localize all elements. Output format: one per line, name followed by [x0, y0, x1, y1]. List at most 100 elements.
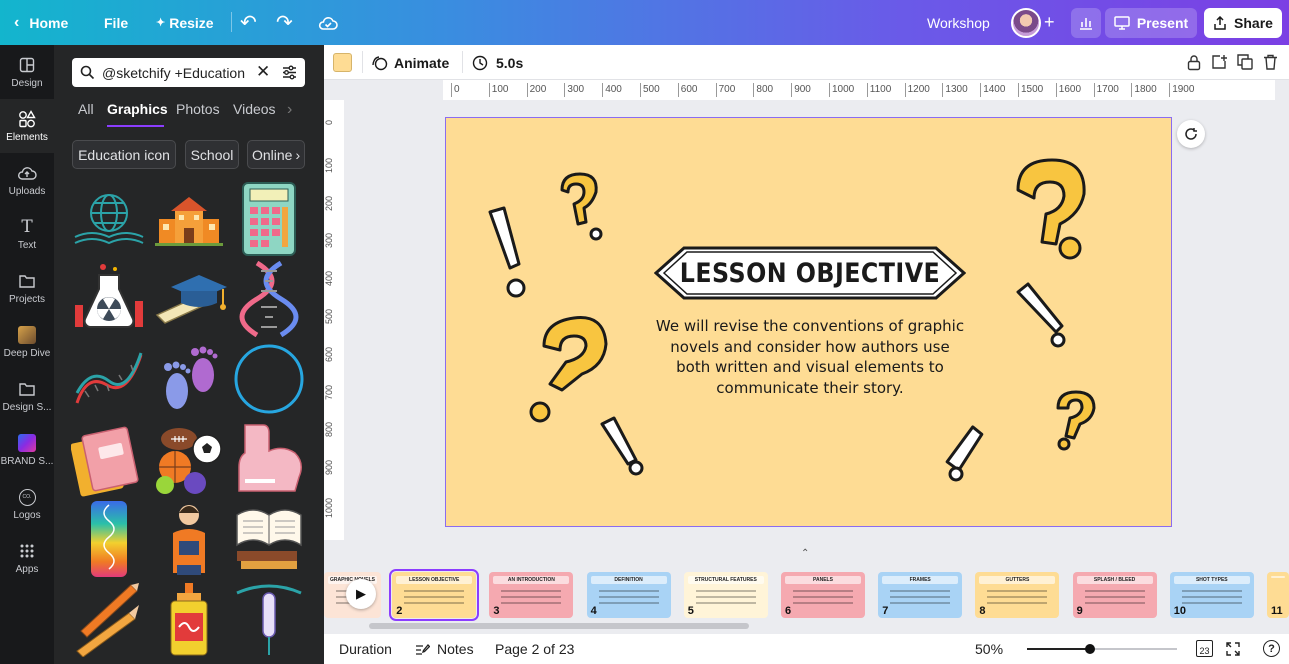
rail-item-brand-s[interactable]: BRAND S...: [0, 423, 54, 477]
notebooks-graphic[interactable]: [71, 421, 147, 497]
slide-canvas[interactable]: LESSON OBJECTIVE We will revise the conv…: [445, 117, 1172, 527]
avatar[interactable]: [1011, 8, 1041, 38]
open-books-graphic[interactable]: [231, 501, 307, 577]
zoom-slider-thumb[interactable]: [1085, 644, 1095, 654]
thumbnail-text-line: [404, 596, 465, 598]
calculator-graphic[interactable]: [231, 181, 307, 257]
page-thumbnail[interactable]: LESSON OBJECTIVE 2: [389, 569, 480, 621]
clock-icon: [472, 55, 488, 70]
filter-sliders-icon[interactable]: [282, 65, 297, 80]
pencils-graphic[interactable]: [71, 581, 147, 657]
dna-helix-graphic[interactable]: [231, 261, 307, 337]
design-title[interactable]: Workshop: [927, 0, 990, 45]
slide-title[interactable]: LESSON OBJECTIVE: [673, 253, 948, 293]
add-page-icon[interactable]: [1211, 54, 1227, 70]
ruler-tick-label: 500: [324, 309, 334, 325]
ruler-tick-label: 0: [451, 83, 460, 97]
page-thumbnail[interactable]: FRAMES 7: [878, 572, 963, 618]
clear-search-icon[interactable]: ✕: [256, 62, 270, 82]
filter-chip[interactable]: School: [185, 140, 239, 169]
tab-graphics[interactable]: Graphics: [107, 101, 168, 117]
page-thumbnail[interactable]: 11: [1267, 572, 1289, 618]
page-thumbnail[interactable]: SPLASH / BLEED 9: [1072, 572, 1157, 618]
resize-button[interactable]: ✦ Resize: [156, 0, 214, 45]
filter-chip[interactable]: Online ›: [247, 140, 305, 169]
lock-icon[interactable]: [1187, 54, 1201, 71]
diploma-graduation-cap-graphic[interactable]: [151, 261, 227, 337]
background-color-swatch[interactable]: [333, 53, 352, 72]
rail-item-uploads[interactable]: Uploads: [0, 153, 54, 207]
page-thumbnail[interactable]: GUTTERS 8: [975, 572, 1060, 618]
duration-label: 5.0s: [496, 54, 524, 71]
glue-bottle-graphic[interactable]: [151, 581, 227, 657]
thumbnail-page-number: 3: [493, 605, 500, 617]
chemistry-radiation-graphic[interactable]: [71, 261, 147, 337]
flexed-arm-graphic[interactable]: [231, 421, 307, 497]
duplicate-page-icon[interactable]: [1237, 54, 1253, 70]
teacher-with-book-graphic[interactable]: [151, 501, 227, 577]
rail-item-apps[interactable]: Apps: [0, 531, 54, 585]
rail-item-design[interactable]: Design: [0, 45, 54, 99]
thumbnail-text-line: [695, 590, 756, 592]
undo-icon[interactable]: ↶: [240, 0, 257, 45]
school-building-graphic[interactable]: [151, 181, 227, 257]
delete-page-icon[interactable]: [1263, 54, 1278, 70]
analytics-button[interactable]: [1071, 8, 1101, 38]
notes-button[interactable]: Notes: [415, 641, 474, 657]
rail-item-deep-dive[interactable]: Deep Dive: [0, 315, 54, 369]
rail-item-projects[interactable]: Projects: [0, 261, 54, 315]
chevron-right-icon: ›: [295, 146, 301, 163]
fullscreen-icon[interactable]: [1226, 642, 1240, 656]
filmstrip-scrollbar[interactable]: [369, 623, 749, 629]
timing-button[interactable]: 5.0s: [472, 45, 523, 80]
animate-button[interactable]: Animate: [372, 45, 449, 80]
tab-photos[interactable]: Photos: [176, 101, 220, 117]
slide-body-text[interactable]: We will revise the conventions of graphi…: [626, 316, 994, 398]
page-thumbnail[interactable]: DEFINITION 4: [586, 572, 671, 618]
filter-chip[interactable]: Education icon: [72, 140, 176, 169]
baby-footprints-graphic[interactable]: [151, 341, 227, 417]
refresh-suggestions-button[interactable]: [1177, 120, 1205, 148]
rainbow-gradient-graphic[interactable]: [71, 501, 147, 577]
rail-item-elements[interactable]: Elements: [0, 99, 54, 153]
thumbnail-text-line: [1181, 596, 1242, 598]
ruler-tick-label: 0: [324, 120, 334, 126]
present-button[interactable]: Present: [1105, 8, 1197, 38]
iud-graphic[interactable]: [231, 581, 307, 657]
thumbnail-text-line: [1084, 590, 1145, 592]
sports-balls-graphic[interactable]: [151, 421, 227, 497]
page-thumbnail[interactable]: SHOT TYPES 10: [1169, 572, 1254, 618]
page-thumbnail[interactable]: STRUCTURAL FEATURES 5: [683, 572, 768, 618]
file-menu-button[interactable]: File: [104, 0, 128, 45]
page-thumbnail[interactable]: PANELS 6: [781, 572, 865, 618]
rail-item-logos[interactable]: CO. Logos: [0, 477, 54, 531]
tabs-scroll-right-icon[interactable]: ›: [287, 101, 292, 119]
page-indicator[interactable]: Page 2 of 23: [495, 641, 574, 657]
ruler-tick-label: 1300: [942, 83, 968, 97]
tab-videos[interactable]: Videos: [233, 101, 276, 117]
page-thumbnail[interactable]: AN INTRODUCTION 3: [489, 572, 574, 618]
duration-button[interactable]: Duration: [339, 641, 392, 657]
cloud-saved-icon[interactable]: [316, 11, 340, 35]
thumbnail-text-line: [598, 590, 659, 592]
play-button[interactable]: ▶: [346, 579, 376, 609]
home-button[interactable]: ‹ Home: [14, 0, 68, 45]
ruler-tick-label: 200: [324, 195, 334, 211]
blue-circle-graphic[interactable]: [231, 341, 307, 417]
dna-strand-graphic[interactable]: [71, 341, 147, 417]
thumbnail-title: STRUCTURAL FEATURES: [687, 576, 764, 584]
share-button[interactable]: Share: [1204, 8, 1282, 38]
help-icon[interactable]: ?: [1263, 640, 1280, 657]
rail-item-text[interactable]: T Text: [0, 207, 54, 261]
rail-label: Deep Dive: [3, 348, 51, 359]
thumbnail-text-line: [890, 596, 951, 598]
rail-label: Apps: [15, 564, 39, 575]
zoom-percentage[interactable]: 50%: [975, 641, 1003, 657]
tab-all[interactable]: All: [78, 101, 94, 117]
rail-item-design-s[interactable]: Design S...: [0, 369, 54, 423]
add-collaborator-icon[interactable]: +: [1044, 0, 1055, 45]
redo-icon[interactable]: ↷: [276, 0, 293, 45]
globe-book-graphic[interactable]: [71, 181, 147, 257]
search-input[interactable]: [102, 62, 250, 83]
grid-view-button[interactable]: 23: [1196, 640, 1213, 657]
